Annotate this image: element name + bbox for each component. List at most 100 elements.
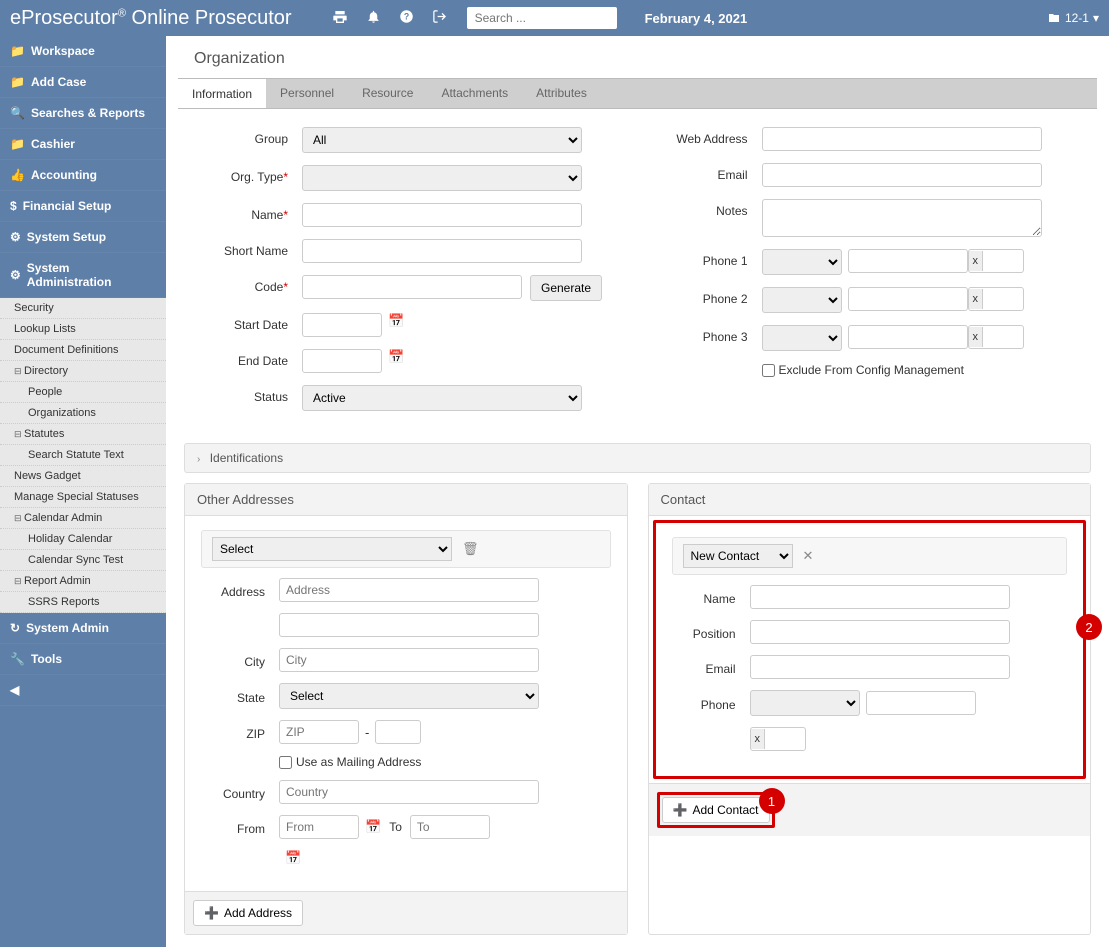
- zip-input[interactable]: [279, 720, 359, 744]
- to-input[interactable]: [410, 815, 490, 839]
- add-contact-button[interactable]: ➕ Add Contact: [662, 797, 770, 823]
- sub-docdef[interactable]: Document Definitions: [0, 340, 166, 361]
- sub-people[interactable]: People: [0, 382, 166, 403]
- phone3-input[interactable]: [848, 325, 968, 349]
- caret-down-icon: ▾: [1093, 11, 1099, 25]
- sidebar-item-cashier[interactable]: 📁Cashier: [0, 129, 166, 160]
- trash-icon[interactable]: 🗑: [462, 541, 479, 557]
- shortname-input[interactable]: [302, 239, 582, 263]
- sub-lookup[interactable]: Lookup Lists: [0, 319, 166, 340]
- sub-ssrs[interactable]: SSRS Reports: [0, 592, 166, 613]
- sub-security[interactable]: Security: [0, 298, 166, 319]
- phone3-type[interactable]: [762, 325, 842, 351]
- contact-email-input[interactable]: [750, 655, 1010, 679]
- sidebar-item-financial[interactable]: $Financial Setup: [0, 191, 166, 222]
- web-input[interactable]: [762, 127, 1042, 151]
- help-icon[interactable]: ?: [399, 9, 414, 27]
- calendar-icon[interactable]: 📅: [285, 850, 301, 866]
- ext-prefix: x: [969, 251, 984, 271]
- from-label: From: [201, 818, 265, 836]
- bell-icon[interactable]: [366, 9, 381, 27]
- other-addresses-title: Other Addresses: [185, 484, 627, 516]
- startdate-input[interactable]: [302, 313, 382, 337]
- tab-resource[interactable]: Resource: [348, 79, 427, 108]
- phone1-type[interactable]: [762, 249, 842, 275]
- tree-toggle-icon[interactable]: ⊟: [14, 429, 24, 440]
- header-date: February 4, 2021: [645, 11, 748, 26]
- tab-attributes[interactable]: Attributes: [522, 79, 601, 108]
- sidebar-item-searches[interactable]: 🔍Searches & Reports: [0, 98, 166, 129]
- plus-icon: ➕: [673, 803, 688, 817]
- folder-icon: 📁: [10, 137, 25, 151]
- contact-name-input[interactable]: [750, 585, 1010, 609]
- contact-phone-ext[interactable]: [765, 728, 805, 750]
- from-input[interactable]: [279, 815, 359, 839]
- sidebar-item-add-case[interactable]: 📁Add Case: [0, 67, 166, 98]
- tree-toggle-icon[interactable]: ⊟: [14, 513, 24, 524]
- sub-report-admin[interactable]: ⊟Report Admin: [0, 571, 166, 592]
- state-select[interactable]: Select: [279, 683, 539, 709]
- city-input[interactable]: [279, 648, 539, 672]
- folder-badge[interactable]: 12-1 ▾: [1047, 11, 1099, 25]
- ext-prefix: x: [969, 327, 984, 347]
- sub-holiday[interactable]: Holiday Calendar: [0, 529, 166, 550]
- phone2-label: Phone 2: [658, 287, 748, 306]
- sidebar-item-system-admin2[interactable]: ↻System Admin: [0, 613, 166, 644]
- sub-calsync[interactable]: Calendar Sync Test: [0, 550, 166, 571]
- contact-phone-label: Phone: [672, 694, 736, 712]
- tree-toggle-icon[interactable]: ⊟: [14, 576, 24, 587]
- tree-toggle-icon[interactable]: ⊟: [14, 366, 24, 377]
- orgtype-select[interactable]: [302, 165, 582, 191]
- code-input[interactable]: [302, 275, 522, 299]
- calendar-icon[interactable]: 📅: [388, 313, 404, 329]
- phone2-ext[interactable]: [983, 288, 1023, 310]
- sub-calendar-admin[interactable]: ⊟Calendar Admin: [0, 508, 166, 529]
- mailing-checkbox[interactable]: [279, 756, 292, 769]
- address-select[interactable]: Select: [212, 537, 452, 561]
- group-select[interactable]: All: [302, 127, 582, 153]
- close-icon[interactable]: ✕: [803, 548, 814, 564]
- tab-personnel[interactable]: Personnel: [266, 79, 348, 108]
- sidebar-item-workspace[interactable]: 📁Workspace: [0, 36, 166, 67]
- sub-directory[interactable]: ⊟Directory: [0, 361, 166, 382]
- phone2-type[interactable]: [762, 287, 842, 313]
- notes-input[interactable]: [762, 199, 1042, 237]
- phone3-ext[interactable]: [983, 326, 1023, 348]
- print-icon[interactable]: [332, 9, 348, 28]
- address-line2-input[interactable]: [279, 613, 539, 637]
- sub-news[interactable]: News Gadget: [0, 466, 166, 487]
- generate-button[interactable]: Generate: [530, 275, 602, 301]
- country-input[interactable]: [279, 780, 539, 804]
- calendar-icon[interactable]: 📅: [388, 349, 404, 365]
- sub-statutes[interactable]: ⊟Statutes: [0, 424, 166, 445]
- sub-organizations[interactable]: Organizations: [0, 403, 166, 424]
- sidebar-item-tools[interactable]: 🔧Tools: [0, 644, 166, 675]
- contact-phone-input[interactable]: [866, 691, 976, 715]
- identifications-accordion[interactable]: › Identifications: [184, 443, 1091, 473]
- phone2-input[interactable]: [848, 287, 968, 311]
- enddate-input[interactable]: [302, 349, 382, 373]
- search-input[interactable]: [467, 7, 617, 29]
- contact-phone-type[interactable]: [750, 690, 860, 716]
- address-line1-input[interactable]: [279, 578, 539, 602]
- calendar-icon[interactable]: 📅: [365, 819, 381, 835]
- phone1-input[interactable]: [848, 249, 968, 273]
- sub-search-statute[interactable]: Search Statute Text: [0, 445, 166, 466]
- status-select[interactable]: Active: [302, 385, 582, 411]
- sidebar-collapse[interactable]: ◀: [0, 675, 166, 706]
- contact-position-input[interactable]: [750, 620, 1010, 644]
- logout-icon[interactable]: [432, 9, 447, 27]
- add-address-button[interactable]: ➕ Add Address: [193, 900, 303, 926]
- zip4-input[interactable]: [375, 720, 421, 744]
- email-input[interactable]: [762, 163, 1042, 187]
- exclude-checkbox[interactable]: [762, 364, 775, 377]
- name-input[interactable]: [302, 203, 582, 227]
- tab-attachments[interactable]: Attachments: [427, 79, 522, 108]
- sidebar-item-system-setup[interactable]: ⚙System Setup: [0, 222, 166, 253]
- tab-information[interactable]: Information: [178, 79, 266, 108]
- sidebar-item-accounting[interactable]: 👍Accounting: [0, 160, 166, 191]
- contact-select[interactable]: New Contact: [683, 544, 793, 568]
- sidebar-item-system-admin[interactable]: ⚙System Administration: [0, 253, 166, 298]
- phone1-ext[interactable]: [983, 250, 1023, 272]
- sub-special[interactable]: Manage Special Statuses: [0, 487, 166, 508]
